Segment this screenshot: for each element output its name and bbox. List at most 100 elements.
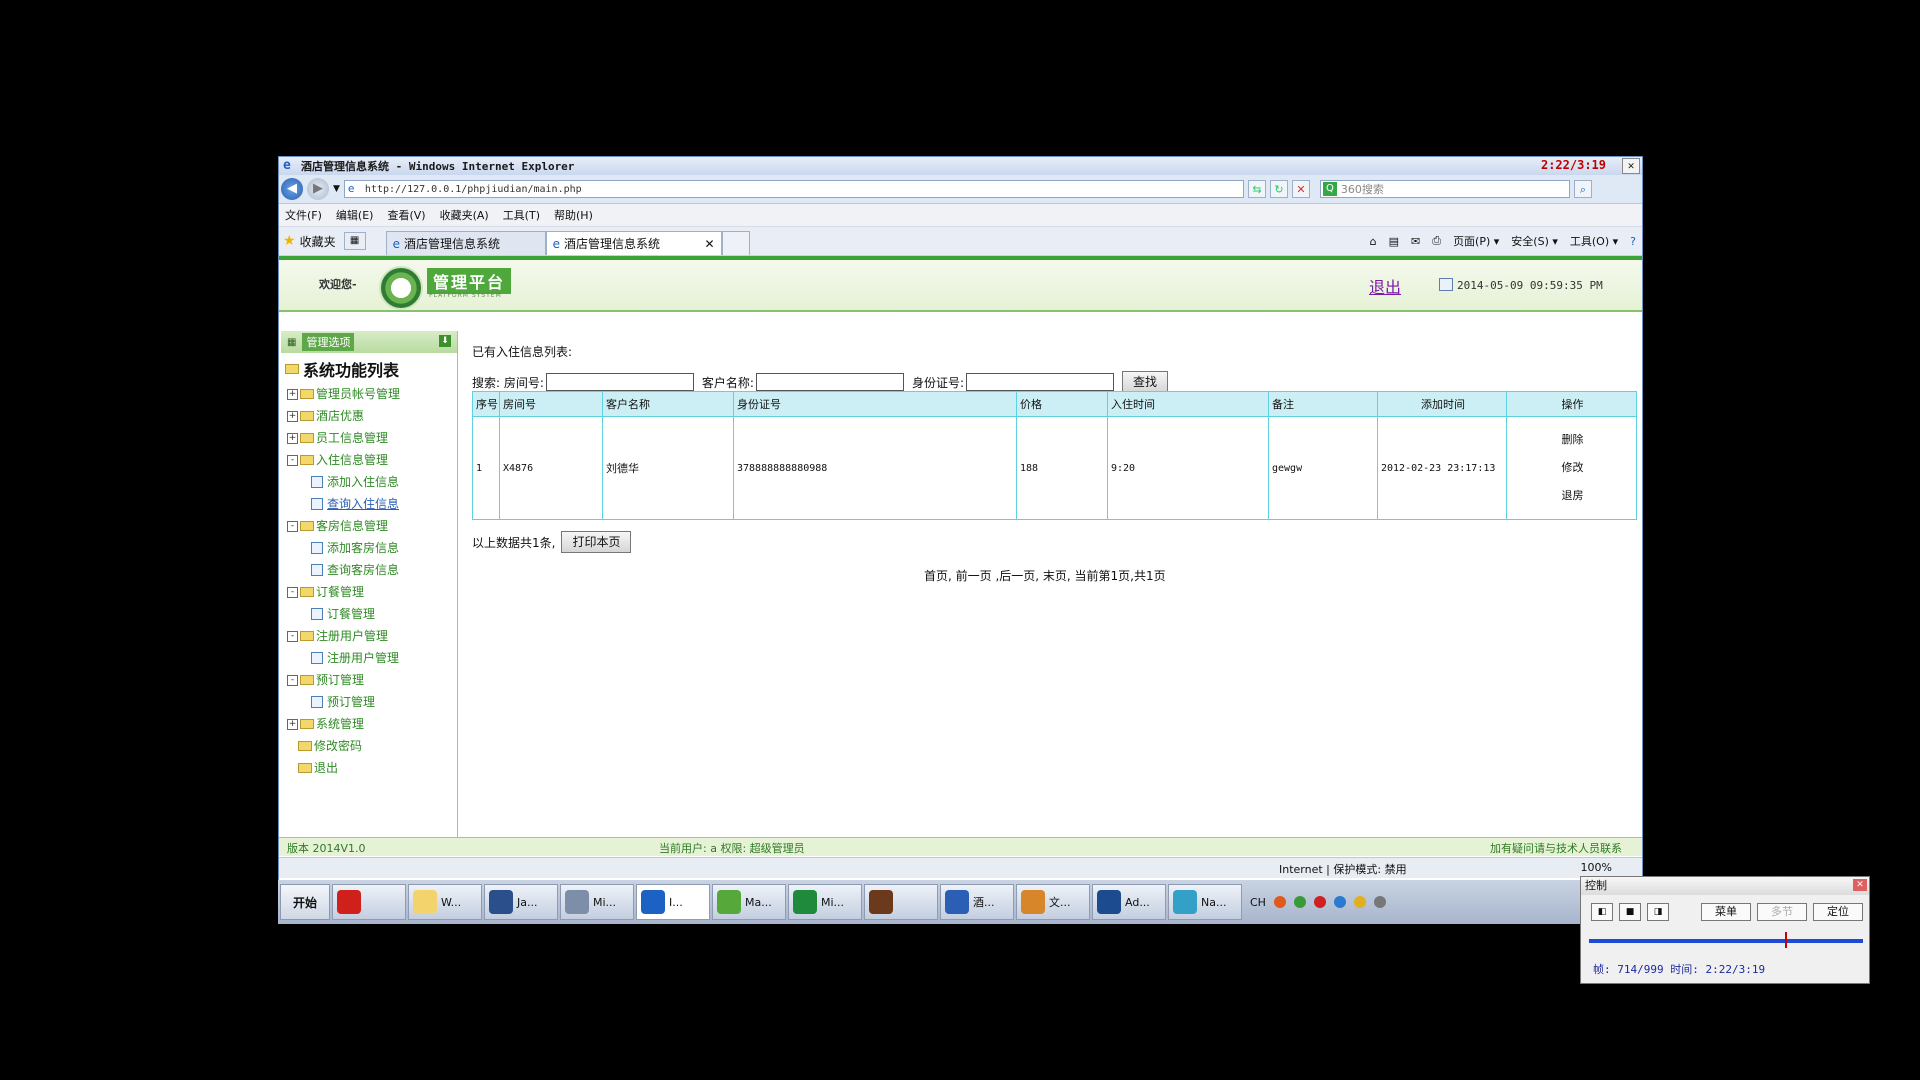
taskbar-button[interactable]: Mi... (788, 884, 862, 920)
prev-frame-icon[interactable]: ◧ (1591, 903, 1613, 921)
stop-icon[interactable]: ✕ (1291, 180, 1310, 198)
taskbar-button[interactable]: W... (408, 884, 482, 920)
sidebar-item[interactable]: + 酒店优惠 (281, 405, 457, 427)
expand-icon[interactable]: + (287, 388, 298, 400)
expand-icon[interactable]: + (287, 718, 298, 730)
url-field[interactable]: e http://127.0.0.1/phpjiudian/main.php (343, 180, 1244, 198)
expand-icon[interactable]: + (287, 410, 298, 422)
feeds-icon[interactable]: ▤ (1389, 235, 1399, 248)
menu-tools[interactable]: 工具(T) (503, 207, 540, 223)
stop-frame-icon[interactable]: ■ (1619, 903, 1641, 921)
tray-icon[interactable] (1353, 896, 1366, 908)
forward-button[interactable]: ▶ (307, 178, 329, 200)
sidebar-item[interactable]: - 订餐管理 (281, 581, 457, 603)
sidebar-item[interactable]: - 客房信息管理 (281, 515, 457, 537)
next-frame-icon[interactable]: ◨ (1647, 903, 1669, 921)
quick-tabs-icon[interactable]: ▦ (343, 232, 366, 250)
history-dropdown-icon[interactable]: ▼ (333, 184, 340, 194)
zoom-control[interactable]: 100% (1581, 861, 1612, 874)
menu-file[interactable]: 文件(F) (285, 207, 322, 223)
print-icon[interactable]: ⎙ (1432, 234, 1441, 248)
tray-icon[interactable] (1293, 896, 1306, 908)
back-button[interactable]: ◀ (281, 178, 303, 200)
taskbar-button[interactable]: 酒... (940, 884, 1014, 920)
taskbar-button[interactable]: 文... (1016, 884, 1090, 920)
menu-view[interactable]: 查看(V) (387, 207, 425, 223)
customer-input[interactable] (755, 373, 904, 391)
progress-track[interactable] (1589, 939, 1863, 943)
window-close-button[interactable]: ✕ (1622, 158, 1640, 174)
taskbar-button[interactable]: I... (636, 884, 710, 920)
progress-knob[interactable] (1784, 932, 1787, 948)
mail-icon[interactable]: ✉ (1411, 235, 1420, 248)
room-input[interactable] (545, 373, 694, 391)
sidebar-item[interactable]: 查询客房信息 (281, 559, 457, 581)
menu-edit[interactable]: 编辑(E) (336, 207, 374, 223)
tray-icon[interactable] (1273, 896, 1286, 908)
sidebar-item[interactable]: - 注册用户管理 (281, 625, 457, 647)
new-tab-button[interactable] (721, 231, 750, 255)
taskbar-label: I... (669, 895, 683, 909)
print-page-button[interactable]: 打印本页 (561, 531, 632, 553)
sidebar-item[interactable]: 添加入住信息 (281, 471, 457, 493)
collapse-icon[interactable]: - (287, 454, 298, 466)
tray-icon[interactable] (1373, 896, 1386, 908)
tab-1[interactable]: e 酒店管理信息系统 (385, 231, 546, 255)
language-indicator[interactable]: CH (1250, 896, 1266, 909)
locate-button[interactable]: 定位 (1813, 903, 1863, 921)
multi-section-button[interactable]: 多节 (1757, 903, 1807, 921)
tray-icon[interactable] (1333, 896, 1346, 908)
sidebar-item[interactable]: + 员工信息管理 (281, 427, 457, 449)
help-icon[interactable]: ? (1630, 235, 1636, 248)
taskbar-button[interactable]: Na... (1168, 884, 1242, 920)
sidebar-item[interactable]: 订餐管理 (281, 603, 457, 625)
expand-icon[interactable]: + (287, 432, 298, 444)
taskbar-button[interactable]: Ma... (712, 884, 786, 920)
edit-link[interactable]: 修改 (1510, 454, 1635, 482)
sidebar-item[interactable]: + 系统管理 (281, 713, 457, 735)
start-button[interactable]: 开始 (280, 884, 330, 920)
sidebar-item[interactable]: 注册用户管理 (281, 647, 457, 669)
pager[interactable]: 首页, 前一页 ,后一页, 末页, 当前第1页,共1页 (924, 567, 1166, 584)
menu-help[interactable]: 帮助(H) (554, 207, 593, 223)
delete-link[interactable]: 删除 (1510, 426, 1635, 454)
sidebar-item[interactable]: 修改密码 (281, 735, 457, 757)
id-input[interactable] (966, 373, 1115, 391)
collapse-icon[interactable]: - (287, 630, 298, 642)
logout-link[interactable]: 退出 (1369, 274, 1401, 298)
collapse-icon[interactable]: - (287, 674, 298, 686)
tab-2[interactable]: e 酒店管理信息系统 ✕ (545, 231, 722, 255)
search-icon[interactable]: ⌕ (1573, 180, 1592, 198)
page-menu[interactable]: 页面(P) ▾ (1453, 233, 1499, 249)
taskbar-button[interactable]: Ja... (484, 884, 558, 920)
taskbar-button[interactable]: Mi... (560, 884, 634, 920)
menu-favorites[interactable]: 收藏夹(A) (440, 207, 489, 223)
tools-menu[interactable]: 工具(O) ▾ (1570, 233, 1618, 249)
tray-icon[interactable] (1313, 896, 1326, 908)
sidebar-item[interactable]: - 预订管理 (281, 669, 457, 691)
taskbar-button[interactable]: Ad... (1092, 884, 1166, 920)
find-button[interactable]: 查找 (1122, 371, 1169, 393)
menu-button[interactable]: 菜单 (1701, 903, 1751, 921)
collapse-icon[interactable]: - (287, 520, 298, 532)
safety-menu[interactable]: 安全(S) ▾ (1511, 233, 1558, 249)
tab-close-icon[interactable]: ✕ (705, 237, 715, 251)
collapse-icon[interactable]: ⬇ (439, 335, 451, 347)
main-content: 已有入住信息列表: 搜索: 房间号: 客户名称: 身份证号: 查找 序号 房间号… (464, 331, 1637, 842)
checkout-link[interactable]: 退房 (1510, 482, 1635, 510)
sidebar-item[interactable]: - 入住信息管理 (281, 449, 457, 471)
refresh-icon[interactable]: ↻ (1269, 180, 1288, 198)
collapse-icon[interactable]: - (287, 586, 298, 598)
sidebar-item[interactable]: + 管理员帐号管理 (281, 383, 457, 405)
sidebar-item[interactable]: 退出 (281, 757, 457, 779)
compatibility-icon[interactable]: ⇆ (1247, 180, 1266, 198)
sidebar-item[interactable]: 查询入住信息 (281, 493, 457, 515)
control-close-icon[interactable]: ✕ (1853, 879, 1867, 891)
taskbar-button[interactable] (332, 884, 406, 920)
sidebar-item[interactable]: 预订管理 (281, 691, 457, 713)
favorites-button[interactable]: ★ 收藏夹 (279, 233, 344, 250)
sidebar-item[interactable]: 添加客房信息 (281, 537, 457, 559)
search-input[interactable]: Q 360搜索 (1319, 180, 1570, 198)
home-icon[interactable]: ⌂ (1370, 235, 1377, 248)
taskbar-button[interactable] (864, 884, 938, 920)
